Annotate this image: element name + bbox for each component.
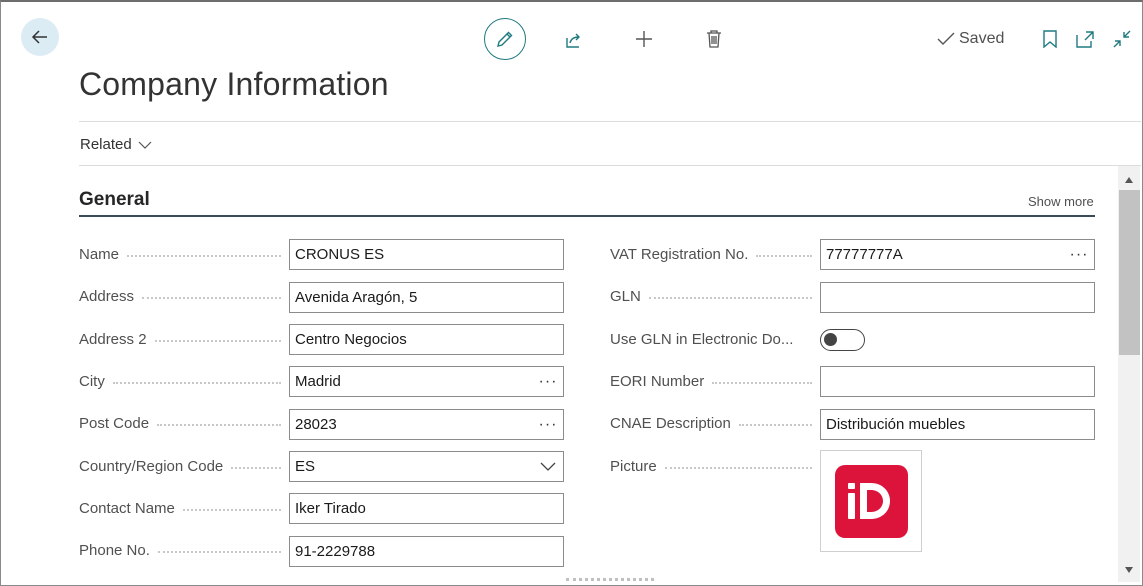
country-region-code-value: ES — [295, 458, 316, 475]
country-region-code-select[interactable]: ES — [289, 451, 564, 482]
name-label: Name — [79, 246, 281, 263]
address-2-label: Address 2 — [79, 331, 281, 348]
plus-icon — [636, 31, 652, 47]
chevron-down-icon — [533, 462, 563, 472]
scrollbar-thumb[interactable] — [1119, 190, 1140, 355]
phone-no-value: 91-2229788 — [295, 543, 376, 560]
company-picture[interactable] — [820, 450, 922, 552]
contact-name-field[interactable]: Iker Tirado — [289, 493, 564, 524]
section-underline — [79, 215, 1095, 217]
city-value: Madrid — [295, 373, 341, 390]
page-title: Company Information — [79, 66, 389, 102]
resize-handle — [566, 578, 654, 586]
post-code-value: 28023 — [295, 416, 337, 433]
contact-name-value: Iker Tirado — [295, 500, 366, 517]
address-value: Avenida Aragón, 5 — [295, 289, 418, 306]
saved-status: Saved — [937, 30, 1004, 48]
cnae-description-field[interactable]: Distribución muebles — [820, 409, 1095, 440]
address-field[interactable]: Avenida Aragón, 5 — [289, 282, 564, 313]
section-title-general: General — [79, 189, 150, 210]
vat-registration-no-label: VAT Registration No. — [610, 246, 812, 263]
open-in-new-window-button[interactable] — [1075, 29, 1095, 49]
chevron-down-icon — [138, 141, 152, 149]
name-field[interactable]: CRONUS ES — [289, 239, 564, 270]
show-more-link[interactable]: Show more — [1028, 194, 1094, 209]
phone-no-label: Phone No. — [79, 542, 281, 559]
gln-label: GLN — [610, 288, 812, 305]
eori-number-label: EORI Number — [610, 373, 812, 390]
saved-label: Saved — [959, 30, 1005, 47]
address-2-value: Centro Negocios — [295, 331, 407, 348]
company-logo — [834, 464, 908, 538]
post-code-field[interactable]: 28023 ··· — [289, 409, 564, 440]
scroll-up-icon[interactable] — [1123, 174, 1134, 185]
vat-registration-no-lookup-button[interactable]: ··· — [1064, 246, 1094, 264]
address-2-field[interactable]: Centro Negocios — [289, 324, 564, 355]
back-button[interactable] — [21, 18, 59, 56]
edit-button[interactable] — [484, 18, 526, 60]
city-label: City — [79, 373, 281, 390]
pencil-icon — [497, 31, 513, 47]
country-region-code-label: Country/Region Code — [79, 458, 281, 475]
gln-field[interactable] — [820, 282, 1095, 313]
bookmark-icon — [1043, 30, 1057, 48]
collapse-button[interactable] — [1112, 29, 1132, 49]
divider — [79, 121, 1141, 122]
use-gln-label: Use GLN in Electronic Do... — [610, 331, 794, 348]
vat-registration-no-field[interactable]: 77777777A ··· — [820, 239, 1095, 270]
collapse-icon — [1113, 30, 1131, 48]
eori-number-field[interactable] — [820, 366, 1095, 397]
phone-no-field[interactable]: 91-2229788 — [289, 536, 564, 567]
city-lookup-button[interactable]: ··· — [533, 373, 563, 391]
share-button[interactable] — [563, 29, 585, 51]
name-value: CRONUS ES — [295, 246, 385, 263]
post-code-label: Post Code — [79, 415, 281, 432]
post-code-lookup-button[interactable]: ··· — [533, 416, 563, 434]
arrow-left-icon — [31, 30, 47, 44]
city-field[interactable]: Madrid ··· — [289, 366, 564, 397]
related-label: Related — [80, 136, 132, 153]
toggle-knob — [824, 333, 837, 346]
share-icon — [566, 33, 580, 48]
vat-registration-no-value: 77777777A — [826, 246, 903, 263]
checkmark-icon — [937, 32, 955, 45]
open-in-new-window-icon — [1076, 31, 1094, 48]
use-gln-toggle[interactable] — [820, 329, 865, 351]
cnae-description-value: Distribución muebles — [826, 416, 966, 433]
related-menu[interactable]: Related — [80, 136, 152, 153]
picture-label: Picture — [610, 458, 812, 475]
new-button[interactable] — [633, 28, 655, 50]
bookmark-button[interactable] — [1042, 29, 1058, 49]
scroll-down-icon[interactable] — [1123, 564, 1134, 575]
divider — [79, 165, 1141, 166]
cnae-description-label: CNAE Description — [610, 415, 812, 432]
contact-name-label: Contact Name — [79, 500, 281, 517]
delete-button[interactable] — [703, 28, 725, 50]
trash-icon — [707, 30, 721, 48]
address-label: Address — [79, 288, 281, 305]
